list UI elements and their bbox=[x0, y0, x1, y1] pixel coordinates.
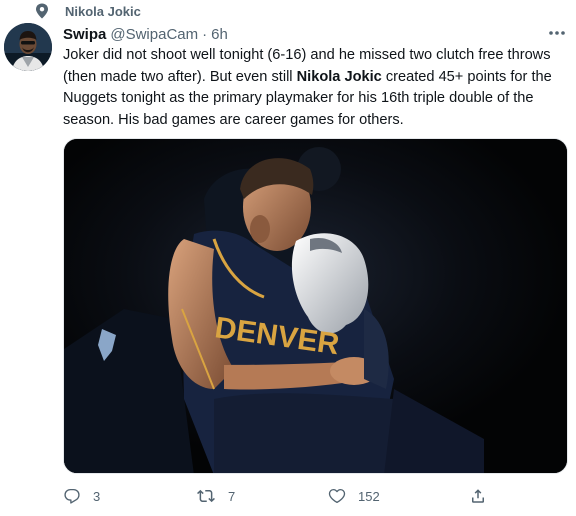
topic-label[interactable]: Nikola Jokic bbox=[65, 4, 141, 19]
topic-icon bbox=[35, 3, 49, 19]
retweet-button[interactable]: 7 bbox=[196, 484, 235, 508]
author-name[interactable]: Swipa bbox=[63, 26, 106, 43]
tweet-text: Joker did not shoot well tonight (6-16) … bbox=[63, 45, 573, 131]
retweet-count: 7 bbox=[228, 488, 236, 504]
like-icon bbox=[328, 488, 346, 504]
more-horizontal-icon bbox=[549, 31, 565, 35]
share-icon bbox=[472, 489, 484, 503]
like-count: 152 bbox=[358, 488, 380, 504]
retweet-icon bbox=[197, 489, 215, 503]
share-button[interactable] bbox=[469, 484, 487, 508]
tweet-media-photo[interactable]: DENVER bbox=[63, 138, 568, 474]
avatar[interactable] bbox=[4, 23, 52, 71]
tweet-header: Swipa @SwipaCam · 6h bbox=[63, 24, 568, 44]
tweet-actions: 3 7 152 bbox=[63, 484, 533, 508]
reply-button[interactable]: 3 bbox=[63, 484, 100, 508]
topic-row[interactable]: Nikola Jokic bbox=[35, 2, 141, 20]
timestamp[interactable]: 6h bbox=[211, 26, 228, 43]
like-button[interactable]: 152 bbox=[328, 484, 380, 508]
author-handle[interactable]: @SwipaCam bbox=[110, 26, 198, 43]
separator-dot: · bbox=[202, 25, 208, 43]
reply-icon bbox=[64, 488, 80, 504]
more-button[interactable] bbox=[546, 22, 568, 44]
reply-count: 3 bbox=[93, 488, 101, 504]
tweet-text-bold: Nikola Jokic bbox=[296, 68, 382, 85]
